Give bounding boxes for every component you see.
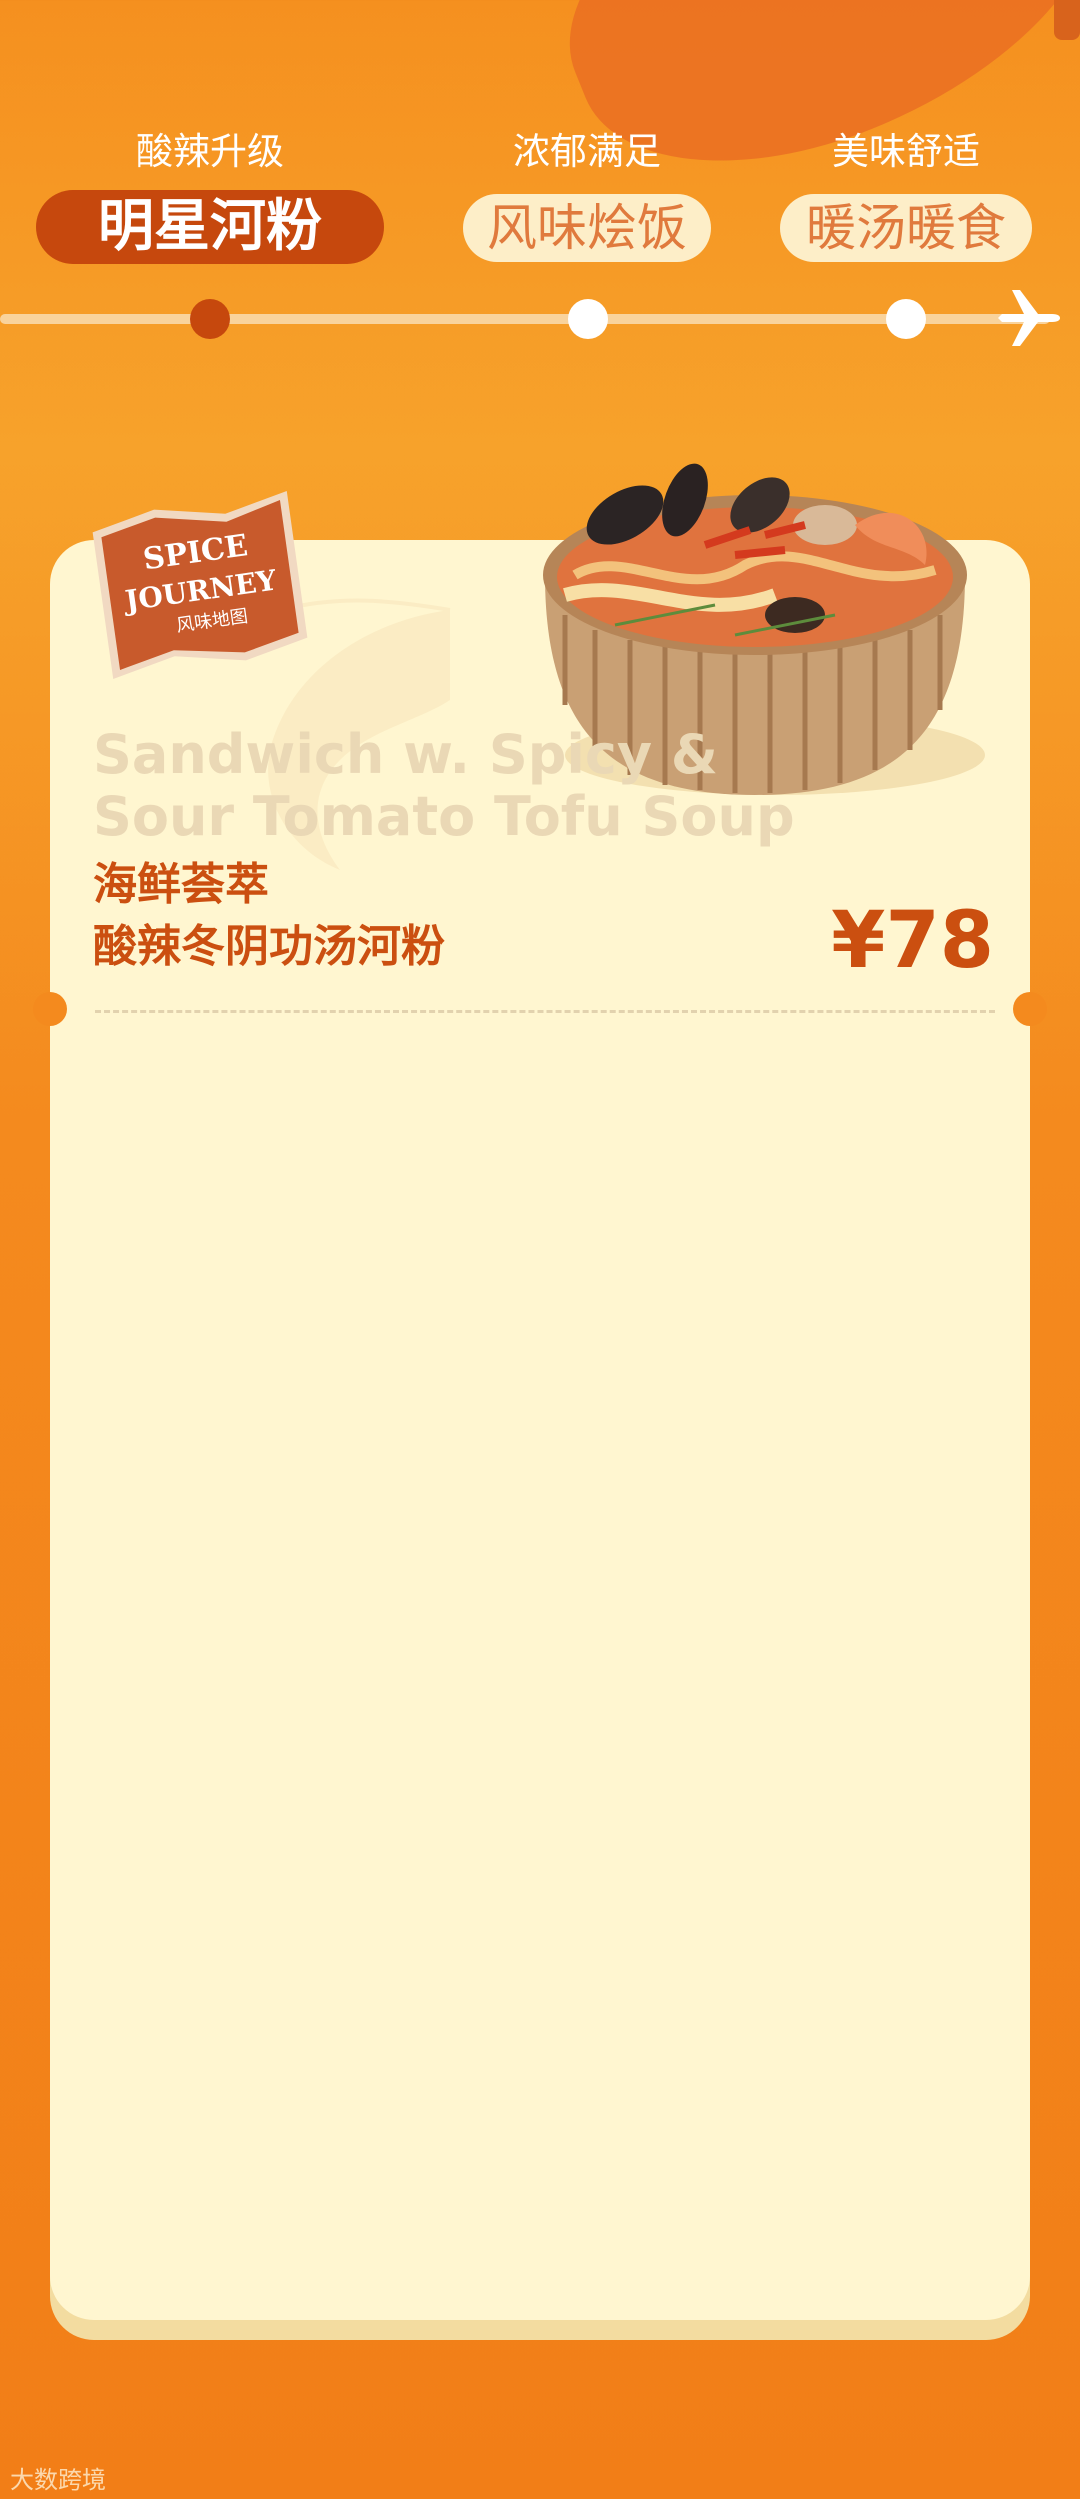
item-name-english: Sandwich w. Spicy & Sour Tomato Tofu Sou…	[93, 723, 795, 848]
tab-label: 明星河粉	[36, 190, 384, 264]
tab-subtitle: 浓郁满足	[513, 130, 661, 173]
plane-icon	[998, 290, 1060, 346]
timeline-dot-active[interactable]	[190, 299, 230, 339]
tab-label: 风味烩饭	[463, 194, 711, 262]
card-divider	[95, 1010, 995, 1013]
timeline-dot[interactable]	[886, 299, 926, 339]
card-notch-left	[33, 992, 67, 1026]
tab-star-noodles[interactable]: 酸辣升级 明星河粉	[36, 128, 384, 264]
tab-subtitle: 美味舒适	[832, 130, 980, 173]
timeline-dot[interactable]	[568, 299, 608, 339]
tab-label: 暖汤暖食	[780, 194, 1032, 262]
footer-watermark: 大数跨境	[10, 2466, 106, 2494]
card-notch-right	[1013, 992, 1047, 1026]
item-name-chinese-line2: 酸辣冬阴功汤河粉	[93, 921, 445, 972]
tab-flavor-rice[interactable]: 浓郁满足 风味烩饭	[463, 128, 711, 262]
tab-subtitle: 酸辣升级	[136, 130, 284, 173]
tab-warm-soup[interactable]: 美味舒适 暖汤暖食	[780, 128, 1032, 262]
item-price: ¥78	[831, 896, 994, 986]
item-name-chinese-line1: 海鲜荟萃	[93, 859, 269, 910]
spice-journey-badge: SPICE JOURNEY 风味地图	[92, 491, 308, 679]
